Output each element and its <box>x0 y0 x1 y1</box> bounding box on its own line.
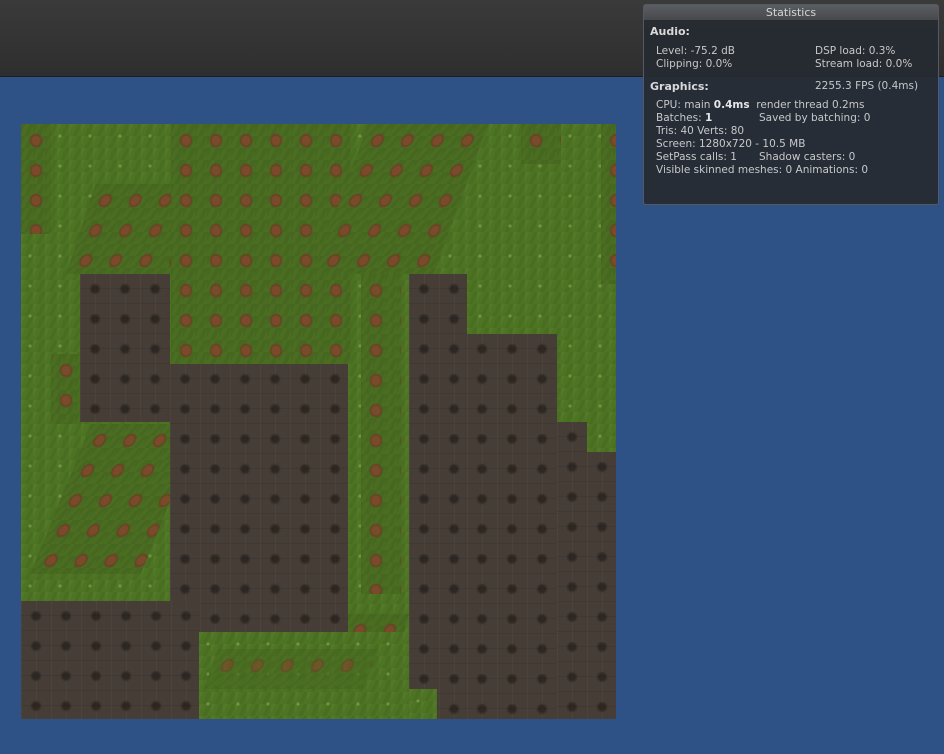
skinned-meshes-animations: Visible skinned meshes: 0 Animations: 0 <box>656 164 869 176</box>
flower-patch <box>361 274 401 594</box>
cpu-main-time: 0.4ms <box>713 99 750 111</box>
batches-line: Batches: 1 <box>656 112 712 124</box>
game-viewport: Statistics Audio: Level: -75.2 dB DSP lo… <box>0 0 944 754</box>
dirt-block <box>409 274 467 719</box>
shadow-casters: Shadow casters: 0 <box>759 151 856 163</box>
stream-load: Stream load: 0.0% <box>815 58 913 70</box>
grass-strip <box>409 689 437 719</box>
dirt-block <box>21 601 199 719</box>
batches-value: 1 <box>705 112 713 124</box>
tris-verts: Tris: 40 Verts: 80 <box>656 125 745 137</box>
cpu-line: CPU: main 0.4ms render thread 0.2ms <box>656 99 864 111</box>
tile-map <box>21 124 616 719</box>
fps-readout: 2255.3 FPS (0.4ms) <box>815 80 919 92</box>
dsp-load: DSP load: 0.3% <box>815 45 896 57</box>
flower-patch <box>203 649 379 689</box>
cpu-render-thread: render thread 0.2ms <box>756 99 865 111</box>
dirt-block <box>587 452 616 719</box>
cpu-prefix: CPU: main <box>656 99 714 111</box>
dirt-block <box>557 422 587 719</box>
screen-info: Screen: 1280x720 - 10.5 MB <box>656 138 806 150</box>
audio-clipping: Clipping: 0.0% <box>656 58 733 70</box>
graphics-heading: Graphics: <box>650 80 709 93</box>
statistics-panel: Statistics Audio: Level: -75.2 dB DSP lo… <box>643 4 939 205</box>
dirt-block <box>467 334 557 719</box>
flower-patch <box>21 124 51 234</box>
flower-patch <box>521 124 561 164</box>
dirt-block <box>80 274 170 422</box>
audio-level: Level: -75.2 dB <box>656 45 735 57</box>
dirt-block <box>170 364 348 632</box>
flower-patch <box>51 354 81 424</box>
statistics-title[interactable]: Statistics <box>644 5 938 21</box>
audio-heading: Audio: <box>650 25 690 38</box>
saved-by-batching: Saved by batching: 0 <box>759 112 871 124</box>
batches-prefix: Batches: <box>656 112 705 124</box>
flower-patch <box>601 124 616 284</box>
setpass-calls: SetPass calls: 1 <box>656 151 737 163</box>
